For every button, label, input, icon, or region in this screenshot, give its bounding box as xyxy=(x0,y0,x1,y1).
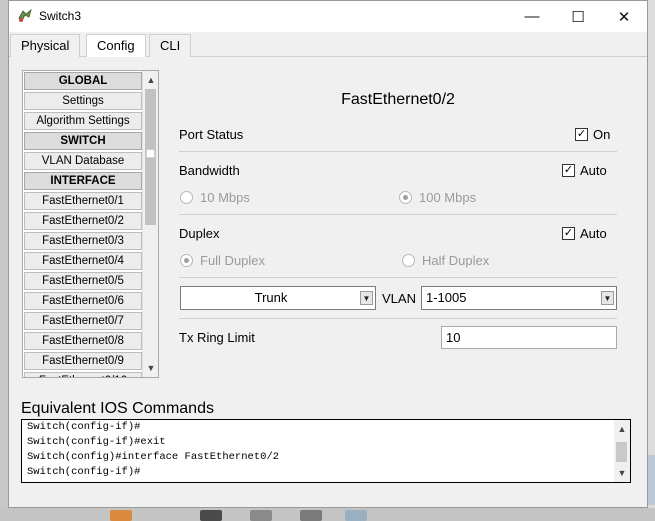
nav-section-header: GLOBAL xyxy=(24,72,142,90)
background-taskbar-strip xyxy=(0,508,655,521)
nav-item[interactable]: FastEthernet0/4 xyxy=(24,252,142,270)
ios-scrollbar[interactable]: ▲ ▼ xyxy=(614,420,630,482)
port-status-checkbox[interactable]: ✓ On xyxy=(575,127,610,142)
port-mode-select[interactable]: Trunk ▼ xyxy=(180,286,376,310)
nav-item[interactable]: FastEthernet0/7 xyxy=(24,312,142,330)
device-window: Switch3 — ☐ ✕ Physical Config CLI GLOBAL… xyxy=(8,0,648,508)
tx-ring-limit-input[interactable] xyxy=(441,326,617,349)
radio-selected-icon xyxy=(180,254,193,267)
nav-item[interactable]: FastEthernet0/3 xyxy=(24,232,142,250)
minimize-button[interactable]: — xyxy=(509,1,555,32)
vlan-label: VLAN xyxy=(382,291,416,306)
background-left-edge xyxy=(0,0,8,521)
nav-item[interactable]: VLAN Database xyxy=(24,152,142,170)
separator xyxy=(179,151,617,152)
nav-item[interactable]: FastEthernet0/8 xyxy=(24,332,142,350)
interface-panel: FastEthernet0/2 Port Status ✓ On Bandwid… xyxy=(179,57,617,357)
separator xyxy=(179,214,617,215)
vlan-select[interactable]: 1-1005 ▼ xyxy=(421,286,617,310)
config-nav-list: GLOBAL Settings Algorithm Settings SWITCH VL… xyxy=(22,70,159,378)
nav-items: GLOBAL Settings Algorithm Settings SWITCH VL… xyxy=(24,72,142,377)
tx-ring-limit-label: Tx Ring Limit xyxy=(179,330,255,345)
nav-section-header: INTERFACE xyxy=(24,172,142,190)
background-chip xyxy=(300,510,322,521)
scroll-up-arrow-icon[interactable]: ▲ xyxy=(616,422,628,436)
nav-scrollbar[interactable]: ▲ ▼ xyxy=(142,71,158,377)
nav-item[interactable]: FastEthernet0/6 xyxy=(24,292,142,310)
maximize-button[interactable]: ☐ xyxy=(555,1,601,32)
bandwidth-10mbps-radio[interactable]: 10 Mbps xyxy=(180,190,250,205)
scroll-down-arrow-icon[interactable]: ▼ xyxy=(145,361,157,375)
tab-config[interactable]: Config xyxy=(86,34,146,58)
duplex-auto-checkbox[interactable]: ✓ Auto xyxy=(562,226,607,241)
ios-scroll-thumb[interactable] xyxy=(616,442,627,462)
port-status-label: Port Status xyxy=(179,127,244,142)
full-duplex-label: Full Duplex xyxy=(200,253,266,268)
separator xyxy=(179,277,617,278)
port-mode-value: Trunk xyxy=(254,290,288,305)
checkbox-checked-icon: ✓ xyxy=(562,227,575,240)
bandwidth-label: Bandwidth xyxy=(179,163,240,178)
tab-cli[interactable]: CLI xyxy=(149,34,192,57)
interface-title: FastEthernet0/2 xyxy=(341,91,455,108)
ios-commands-box[interactable]: Switch(config-if)# Switch(config-if)#exi… xyxy=(21,419,631,483)
nav-item[interactable]: Settings xyxy=(24,92,142,110)
radio-selected-icon xyxy=(399,191,412,204)
full-duplex-radio[interactable]: Full Duplex xyxy=(180,253,265,268)
bandwidth-auto-checkbox[interactable]: ✓ Auto xyxy=(562,163,607,178)
vlan-value: 1-1005 xyxy=(426,290,467,305)
ios-commands-label: Equivalent IOS Commands xyxy=(21,400,214,417)
bandwidth-auto-label: Auto xyxy=(580,163,607,178)
close-button[interactable]: ✕ xyxy=(601,1,647,32)
config-content: GLOBAL Settings Algorithm Settings SWITCH VL… xyxy=(9,57,647,507)
background-chip xyxy=(345,510,367,521)
half-duplex-label: Half Duplex xyxy=(422,253,490,268)
radio-unselected-icon xyxy=(402,254,415,267)
separator xyxy=(179,318,617,319)
background-chip xyxy=(250,510,272,521)
checkbox-checked-icon: ✓ xyxy=(562,164,575,177)
scroll-up-arrow-icon[interactable]: ▲ xyxy=(145,73,157,87)
nav-item[interactable]: Algorithm Settings xyxy=(24,112,142,130)
bandwidth-10mbps-label: 10 Mbps xyxy=(200,190,250,205)
ios-line: Switch(config-if)# xyxy=(27,466,141,478)
tab-physical[interactable]: Physical xyxy=(10,34,81,57)
nav-item[interactable]: FastEthernet0/2 xyxy=(24,212,142,230)
port-status-on-label: On xyxy=(593,127,611,142)
half-duplex-radio[interactable]: Half Duplex xyxy=(402,253,489,268)
background-chip xyxy=(110,510,132,521)
close-icon: ✕ xyxy=(617,8,631,26)
tab-bar: Physical Config CLI xyxy=(9,32,647,58)
ios-line: Switch(config-if)# xyxy=(27,421,141,433)
dropdown-arrow-icon: ▼ xyxy=(601,291,614,305)
nav-section-header: SWITCH xyxy=(24,132,142,150)
background-chip xyxy=(200,510,222,521)
window-title: Switch3 xyxy=(39,9,82,23)
checkbox-checked-icon: ✓ xyxy=(575,128,588,141)
nav-item[interactable]: FastEthernet0/5 xyxy=(24,272,142,290)
dropdown-arrow-icon: ▼ xyxy=(360,291,373,305)
switch-app-icon xyxy=(18,8,32,22)
duplex-label: Duplex xyxy=(179,226,220,241)
nav-item[interactable]: FastEthernet0/9 xyxy=(24,352,142,370)
nav-scroll-grip xyxy=(146,149,155,158)
ios-line: Switch(config)#interface FastEthernet0/2 xyxy=(27,451,280,463)
bandwidth-100mbps-radio[interactable]: 100 Mbps xyxy=(399,190,476,205)
scroll-down-arrow-icon[interactable]: ▼ xyxy=(616,466,628,480)
duplex-auto-label: Auto xyxy=(580,226,607,241)
maximize-icon: ☐ xyxy=(571,8,585,26)
radio-unselected-icon xyxy=(180,191,193,204)
nav-item[interactable]: FastEthernet0/10 xyxy=(24,372,142,377)
ios-line: Switch(config-if)#exit xyxy=(27,436,166,448)
title-bar[interactable]: Switch3 — ☐ ✕ xyxy=(9,1,647,32)
minimize-icon: — xyxy=(524,8,540,25)
bandwidth-100mbps-label: 100 Mbps xyxy=(419,190,477,205)
nav-item[interactable]: FastEthernet0/1 xyxy=(24,192,142,210)
